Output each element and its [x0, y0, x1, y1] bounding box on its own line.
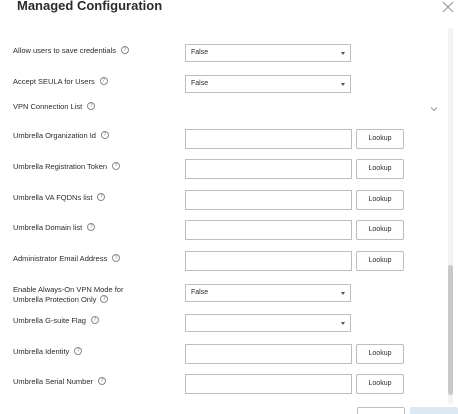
umbrella-va-fqdns-lookup-button[interactable]: Lookup	[356, 190, 404, 210]
umbrella-domain-list-input[interactable]	[185, 220, 352, 240]
umbrella-identity-input[interactable]	[185, 344, 352, 364]
umbrella-identity-label: Umbrella Identity?	[13, 347, 83, 357]
umbrella-org-id-lookup-button[interactable]: Lookup	[356, 129, 404, 149]
help-icon[interactable]: ?	[112, 254, 121, 263]
admin-email-lookup-button[interactable]: Lookup	[356, 251, 404, 271]
always-on-vpn-label-line2: Umbrella Protection Only	[13, 295, 97, 304]
dropdown-caret-icon	[341, 52, 345, 55]
help-icon[interactable]: ?	[98, 377, 107, 386]
umbrella-identity-lookup-button[interactable]: Lookup	[356, 344, 404, 364]
umbrella-serial-input[interactable]	[185, 374, 352, 394]
dropdown-caret-icon	[341, 322, 345, 325]
help-icon[interactable]: ?	[112, 162, 121, 171]
umbrella-domain-list-lookup-button[interactable]: Lookup	[356, 220, 404, 240]
allow-save-credentials-select[interactable]: False	[185, 44, 351, 62]
always-on-vpn-label: Enable Always-On VPN Mode for Umbrella P…	[13, 285, 123, 305]
umbrella-reg-token-label: Umbrella Registration Token?	[13, 162, 121, 172]
dropdown-caret-icon	[341, 83, 345, 86]
umbrella-reg-token-lookup-button[interactable]: Lookup	[356, 159, 404, 179]
select-value: False	[191, 49, 209, 56]
select-value: False	[191, 289, 209, 296]
help-icon[interactable]: ?	[74, 347, 83, 356]
umbrella-va-fqdns-input[interactable]	[185, 190, 352, 210]
umbrella-serial-label: Umbrella Serial Number?	[13, 377, 107, 387]
accept-seula-select[interactable]: False	[185, 75, 351, 93]
select-value: False	[191, 80, 209, 87]
gsuite-flag-label: Umbrella G-suite Flag?	[13, 316, 99, 326]
dropdown-caret-icon	[341, 292, 345, 295]
umbrella-domain-list-label: Umbrella Domain list?	[13, 223, 96, 233]
allow-save-credentials-label: Allow users to save credentials?	[13, 46, 129, 56]
gsuite-flag-select[interactable]	[185, 314, 351, 332]
chevron-down-icon[interactable]	[430, 106, 438, 112]
help-icon[interactable]: ?	[97, 193, 106, 202]
always-on-vpn-select[interactable]: False	[185, 284, 351, 302]
help-icon[interactable]: ?	[87, 102, 96, 111]
configuration-form: Allow users to save credentials? False A…	[0, 0, 458, 414]
managed-configuration-dialog: Managed Configuration Allow users to sav…	[0, 0, 458, 414]
save-button[interactable]	[410, 407, 458, 414]
help-icon[interactable]: ?	[100, 131, 109, 140]
scrollbar-thumb[interactable]	[448, 265, 453, 395]
help-icon[interactable]: ?	[90, 316, 99, 325]
accept-seula-label: Accept SEULA for Users?	[13, 77, 108, 87]
vpn-connection-list-label[interactable]: VPN Connection List?	[13, 102, 96, 112]
umbrella-va-fqdns-label: Umbrella VA FQDNs list?	[13, 193, 106, 203]
umbrella-reg-token-input[interactable]	[185, 159, 352, 179]
umbrella-serial-lookup-button[interactable]: Lookup	[356, 374, 404, 394]
help-icon[interactable]: ?	[99, 77, 108, 86]
help-icon[interactable]: ?	[120, 46, 129, 55]
always-on-vpn-label-line1: Enable Always-On VPN Mode for	[13, 285, 124, 294]
umbrella-org-id-input[interactable]	[185, 129, 352, 149]
help-icon[interactable]: ?	[87, 223, 96, 232]
help-icon[interactable]: ?	[100, 295, 109, 304]
admin-email-input[interactable]	[185, 251, 352, 271]
umbrella-org-id-label: Umbrella Organization Id?	[13, 131, 109, 141]
admin-email-label: Administrator Email Address?	[13, 254, 121, 264]
cancel-button[interactable]	[357, 407, 405, 414]
